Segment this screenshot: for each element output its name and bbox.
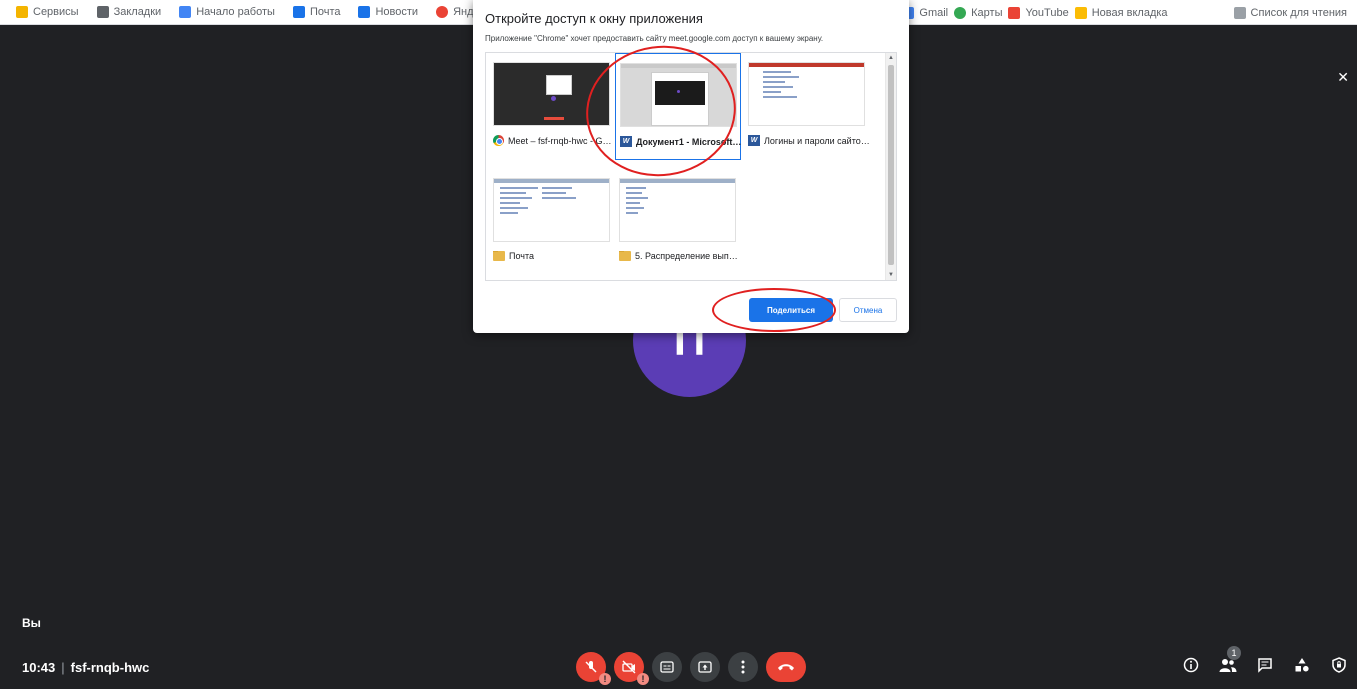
chrome-icon [493,135,504,146]
shield-icon [1332,657,1346,673]
folder-icon [619,251,631,261]
call-controls: ! ! [576,652,806,685]
bookmark-news[interactable]: Новости [358,6,418,18]
bookmark-gmail[interactable]: Gmail [902,6,948,19]
mic-off-icon [585,661,597,673]
camera-off-icon [622,660,636,674]
bottom-bar: 10:43 | fsf-rnqb-hwc ! ! 1 [0,645,1357,689]
end-call-button[interactable] [766,652,806,682]
apps-icon [16,6,28,18]
window-list-scrollbar[interactable]: ▲ ▼ [885,53,896,280]
participants-count-badge: 1 [1227,646,1241,660]
scroll-down-arrow-icon[interactable]: ▼ [888,272,894,278]
reading-list-icon [1233,6,1246,19]
meeting-code: fsf-rnqb-hwc [70,660,150,675]
window-tile-distribution-folder[interactable]: 5. Распределение выпускников [615,169,741,276]
chat-icon [1258,658,1272,673]
more-options-button[interactable] [728,652,758,682]
bookmark-maps[interactable]: Карты [954,6,1002,19]
folder-icon [493,251,505,261]
window-thumbnail [493,62,610,126]
new-tab-icon [1074,6,1087,19]
shapes-icon [1295,658,1309,672]
self-label: Вы [22,616,41,630]
bookmark-icon [179,6,192,18]
window-thumbnail [493,178,610,242]
window-thumbnail [619,178,736,242]
window-caption: W Логины и пароли сайтов - Word [748,135,870,146]
window-caption: 5. Распределение выпускников [619,251,741,261]
window-tile-meet[interactable]: Meet – fsf-rnqb-hwc - Google Chrome [489,53,615,160]
cancel-button[interactable]: Отмена [839,298,897,322]
window-list[interactable]: Meet – fsf-rnqb-hwc - Google Chrome W До… [485,52,897,281]
meeting-info: 10:43 | fsf-rnqb-hwc [22,660,149,675]
more-vert-icon [741,660,745,674]
window-tile-document1[interactable]: W Документ1 - Microsoft Word [615,53,742,160]
warning-icon: ! [599,673,611,685]
meeting-time: 10:43 [22,660,56,675]
share-button[interactable]: Поделиться [749,298,833,322]
bookmark-new-tab[interactable]: Новая вкладка [1074,6,1168,19]
mic-off-icon: ✕ [1337,69,1349,85]
window-tile-mail-folder[interactable]: Почта [489,169,615,276]
window-caption: W Документ1 - Microsoft Word [620,136,742,147]
captions-icon [660,661,674,673]
window-caption: Meet – fsf-rnqb-hwc - Google Chrome [493,135,615,146]
dialog-title: Откройте доступ к окну приложения [485,11,703,26]
word-icon: W [620,136,632,147]
participants-button[interactable]: 1 [1216,646,1241,677]
bookmark-bookmarks[interactable]: Закладки [96,6,161,18]
word-icon: W [748,135,760,146]
camera-toggle-button[interactable]: ! [614,652,649,685]
reading-list[interactable]: Список для чтения [1233,6,1347,19]
present-icon [698,661,712,673]
hang-up-icon [778,664,794,671]
bookmark-youtube[interactable]: YouTube [1008,6,1069,19]
mail-icon [292,6,305,18]
host-controls-button[interactable] [1327,653,1351,677]
captions-button[interactable] [652,652,682,682]
bookmark-mail[interactable]: Почта [292,6,340,18]
dialog-subtitle: Приложение "Chrome" хочет предоставить с… [485,34,824,43]
mic-toggle-button[interactable]: ! [576,652,611,685]
share-window-dialog: Откройте доступ к окну приложения Прилож… [473,0,909,333]
window-caption: Почта [493,251,615,261]
warning-icon: ! [637,673,649,685]
meeting-separator: | [61,660,65,675]
bookmark-services[interactable]: Сервисы [16,6,79,18]
news-icon [358,6,371,18]
info-icon [1183,657,1199,673]
maps-icon [954,6,967,19]
window-tile-logins[interactable]: W Логины и пароли сайтов - Word [744,53,870,160]
activities-button[interactable] [1290,653,1314,677]
scroll-up-arrow-icon[interactable]: ▲ [888,55,894,61]
meeting-details-button[interactable] [1179,653,1203,677]
youtube-icon [1008,6,1021,19]
present-screen-button[interactable] [690,652,720,682]
window-thumbnail [748,62,865,126]
window-thumbnail [620,63,737,127]
right-tools: 1 [1179,646,1351,677]
scrollbar-thumb[interactable] [888,65,894,265]
chat-button[interactable] [1253,653,1277,677]
star-icon [96,6,109,18]
bookmark-getting-started[interactable]: Начало работы [179,6,275,18]
